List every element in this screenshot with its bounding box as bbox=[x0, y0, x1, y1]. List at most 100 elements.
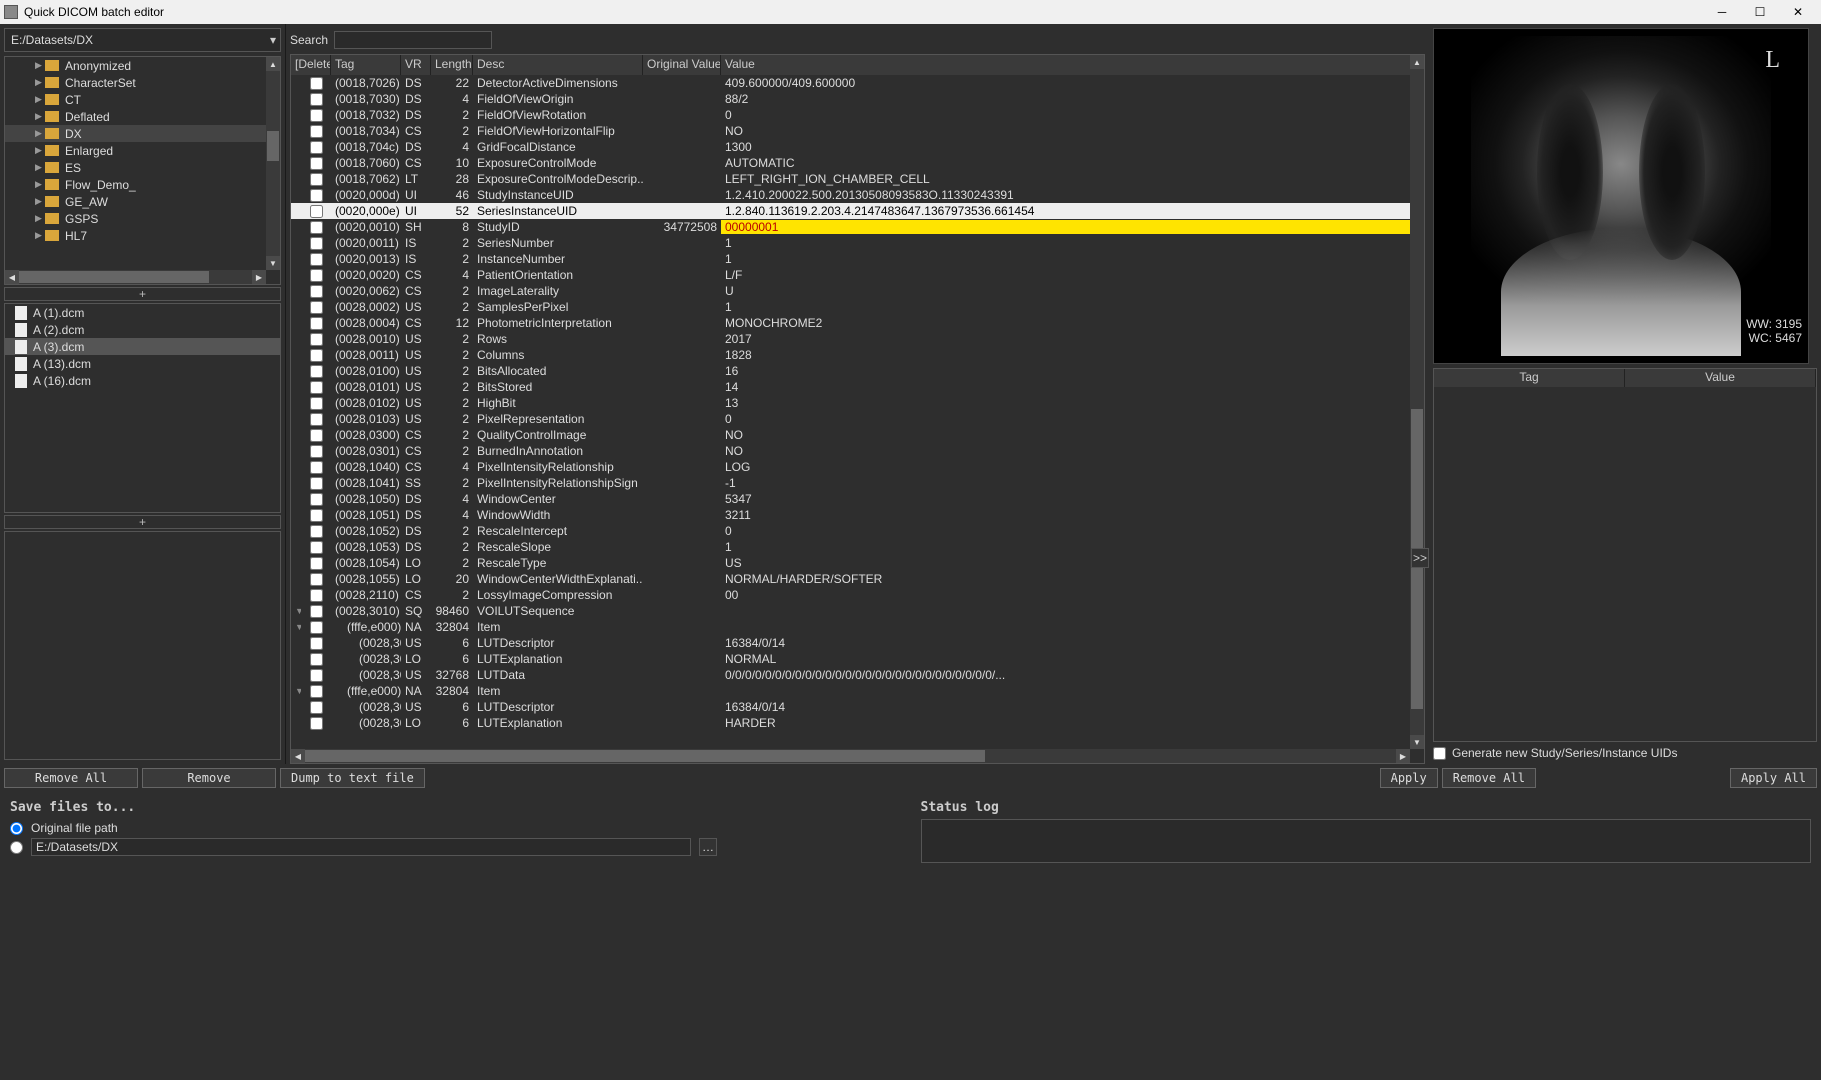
tag-row[interactable]: (0028,30...LO6LUTExplanationNORMAL bbox=[291, 651, 1410, 667]
delete-checkbox[interactable] bbox=[301, 125, 331, 138]
delete-checkbox[interactable] bbox=[301, 429, 331, 442]
col-orig[interactable]: Original Value bbox=[643, 55, 721, 75]
value-cell[interactable]: 0 bbox=[721, 524, 1410, 538]
delete-checkbox[interactable] bbox=[301, 653, 331, 666]
tag-row[interactable]: (0028,30...LO6LUTExplanationHARDER bbox=[291, 715, 1410, 731]
minimize-button[interactable]: ─ bbox=[1703, 1, 1741, 23]
tree-item[interactable]: ▶CT bbox=[5, 91, 266, 108]
value-cell[interactable]: -1 bbox=[721, 476, 1410, 490]
value-cell[interactable]: 1 bbox=[721, 540, 1410, 554]
tag-row[interactable]: (0028,0011)US2Columns1828 bbox=[291, 347, 1410, 363]
tag-row[interactable]: (0028,1040)CS4PixelIntensityRelationship… bbox=[291, 459, 1410, 475]
tag-row[interactable]: (0028,0100)US2BitsAllocated16 bbox=[291, 363, 1410, 379]
remove-all-right-button[interactable]: Remove All bbox=[1442, 768, 1536, 788]
delete-checkbox[interactable] bbox=[301, 573, 331, 586]
delete-checkbox[interactable] bbox=[301, 109, 331, 122]
value-cell[interactable]: 3211 bbox=[721, 508, 1410, 522]
tag-row[interactable]: (0018,7060)CS10ExposureControlModeAUTOMA… bbox=[291, 155, 1410, 171]
value-cell[interactable]: 0/0/0/0/0/0/0/0/0/0/0/0/0/0/0/0/0/0/0/0/… bbox=[721, 668, 1410, 682]
tree-item[interactable]: ▶Anonymized bbox=[5, 57, 266, 74]
value-cell[interactable]: NORMAL bbox=[721, 652, 1410, 666]
tree-item[interactable]: ▶ES bbox=[5, 159, 266, 176]
value-cell[interactable]: US bbox=[721, 556, 1410, 570]
tag-row[interactable]: (0018,704c)DS4GridFocalDistance1300 bbox=[291, 139, 1410, 155]
tag-row[interactable]: (0028,2110)CS2LossyImageCompression00 bbox=[291, 587, 1410, 603]
tree-item[interactable]: ▶Enlarged bbox=[5, 142, 266, 159]
delete-checkbox[interactable] bbox=[301, 189, 331, 202]
batch-col-value[interactable]: Value bbox=[1625, 369, 1816, 387]
table-vscroll[interactable]: ▲▼ bbox=[1410, 55, 1424, 749]
tree-toggle-icon[interactable]: ▼ bbox=[291, 622, 301, 632]
expand-button[interactable]: >> bbox=[1411, 548, 1429, 568]
tag-row[interactable]: (0020,0011)IS2SeriesNumber1 bbox=[291, 235, 1410, 251]
value-cell[interactable]: 5347 bbox=[721, 492, 1410, 506]
delete-checkbox[interactable] bbox=[301, 285, 331, 298]
delete-checkbox[interactable] bbox=[301, 397, 331, 410]
path-input[interactable] bbox=[5, 33, 266, 47]
tag-row[interactable]: (0028,0002)US2SamplesPerPixel1 bbox=[291, 299, 1410, 315]
value-cell[interactable]: 00000001 bbox=[721, 220, 1410, 234]
tag-table[interactable]: [Delete] Tag VR Length Desc Original Val… bbox=[290, 54, 1425, 764]
value-cell[interactable]: 1 bbox=[721, 252, 1410, 266]
delete-checkbox[interactable] bbox=[301, 77, 331, 90]
delete-checkbox[interactable] bbox=[301, 717, 331, 730]
delete-checkbox[interactable] bbox=[301, 477, 331, 490]
tag-row[interactable]: ▼(fffe,e000)NA32804Item bbox=[291, 619, 1410, 635]
tree-toggle-icon[interactable]: ▼ bbox=[291, 686, 301, 696]
tag-row[interactable]: (0028,30...US6LUTDescriptor16384/0/14 bbox=[291, 635, 1410, 651]
file-item[interactable]: A (13).dcm bbox=[5, 355, 280, 372]
value-cell[interactable]: 1828 bbox=[721, 348, 1410, 362]
tag-row[interactable]: (0028,1053)DS2RescaleSlope1 bbox=[291, 539, 1410, 555]
tag-row[interactable]: (0028,0004)CS12PhotometricInterpretation… bbox=[291, 315, 1410, 331]
value-cell[interactable]: LEFT_RIGHT_ION_CHAMBER_CELL bbox=[721, 172, 1410, 186]
tree-item[interactable]: ▶CharacterSet bbox=[5, 74, 266, 91]
delete-checkbox[interactable] bbox=[301, 381, 331, 394]
delete-checkbox[interactable] bbox=[301, 317, 331, 330]
delete-checkbox[interactable] bbox=[301, 253, 331, 266]
col-delete[interactable]: [Delete] bbox=[291, 55, 331, 75]
value-cell[interactable]: 0 bbox=[721, 412, 1410, 426]
file-item[interactable]: A (2).dcm bbox=[5, 321, 280, 338]
value-cell[interactable]: U bbox=[721, 284, 1410, 298]
value-cell[interactable]: 00 bbox=[721, 588, 1410, 602]
tag-row[interactable]: (0028,1055)LO20WindowCenterWidthExplanat… bbox=[291, 571, 1410, 587]
generate-uid-checkbox[interactable]: Generate new Study/Series/Instance UIDs bbox=[1433, 746, 1817, 760]
tag-row[interactable]: (0020,000e)UI52SeriesInstanceUID1.2.840.… bbox=[291, 203, 1410, 219]
delete-checkbox[interactable] bbox=[301, 637, 331, 650]
delete-checkbox[interactable] bbox=[301, 541, 331, 554]
value-cell[interactable]: HARDER bbox=[721, 716, 1410, 730]
col-value[interactable]: Value bbox=[721, 55, 1424, 75]
value-cell[interactable]: 16384/0/14 bbox=[721, 700, 1410, 714]
delete-checkbox[interactable] bbox=[301, 525, 331, 538]
tree-toggle-icon[interactable]: ▼ bbox=[291, 606, 301, 616]
close-button[interactable]: ✕ bbox=[1779, 1, 1817, 23]
tag-row[interactable]: (0028,1052)DS2RescaleIntercept0 bbox=[291, 523, 1410, 539]
tree-hscroll[interactable]: ◀▶ bbox=[5, 270, 266, 284]
tag-row[interactable]: (0018,7034)CS2FieldOfViewHorizontalFlipN… bbox=[291, 123, 1410, 139]
add-folder-button[interactable]: + bbox=[4, 287, 281, 301]
tag-row[interactable]: (0028,1041)SS2PixelIntensityRelationship… bbox=[291, 475, 1410, 491]
value-cell[interactable]: LOG bbox=[721, 460, 1410, 474]
tag-row[interactable]: (0020,000d)UI46StudyInstanceUID1.2.410.2… bbox=[291, 187, 1410, 203]
value-cell[interactable]: MONOCHROME2 bbox=[721, 316, 1410, 330]
value-cell[interactable]: 14 bbox=[721, 380, 1410, 394]
delete-checkbox[interactable] bbox=[301, 221, 331, 234]
tag-row[interactable]: (0018,7030)DS4FieldOfViewOrigin88/2 bbox=[291, 91, 1410, 107]
file-item[interactable]: A (3).dcm bbox=[5, 338, 280, 355]
apply-all-button[interactable]: Apply All bbox=[1730, 768, 1817, 788]
tag-row[interactable]: (0018,7026)DS22DetectorActiveDimensions4… bbox=[291, 75, 1410, 91]
tag-row[interactable]: ▼(fffe,e000)NA32804Item bbox=[291, 683, 1410, 699]
col-tag[interactable]: Tag bbox=[331, 55, 401, 75]
value-cell[interactable]: 409.600000/409.600000 bbox=[721, 76, 1410, 90]
delete-checkbox[interactable] bbox=[301, 93, 331, 106]
value-cell[interactable]: 1 bbox=[721, 300, 1410, 314]
tag-row[interactable]: (0028,0101)US2BitsStored14 bbox=[291, 379, 1410, 395]
value-cell[interactable]: 13 bbox=[721, 396, 1410, 410]
value-cell[interactable]: 1300 bbox=[721, 140, 1410, 154]
delete-checkbox[interactable] bbox=[301, 237, 331, 250]
delete-checkbox[interactable] bbox=[301, 621, 331, 634]
tag-row[interactable]: (0028,0300)CS2QualityControlImageNO bbox=[291, 427, 1410, 443]
dump-button[interactable]: Dump to text file bbox=[280, 768, 425, 788]
tree-item[interactable]: ▶GSPS bbox=[5, 210, 266, 227]
delete-checkbox[interactable] bbox=[301, 701, 331, 714]
